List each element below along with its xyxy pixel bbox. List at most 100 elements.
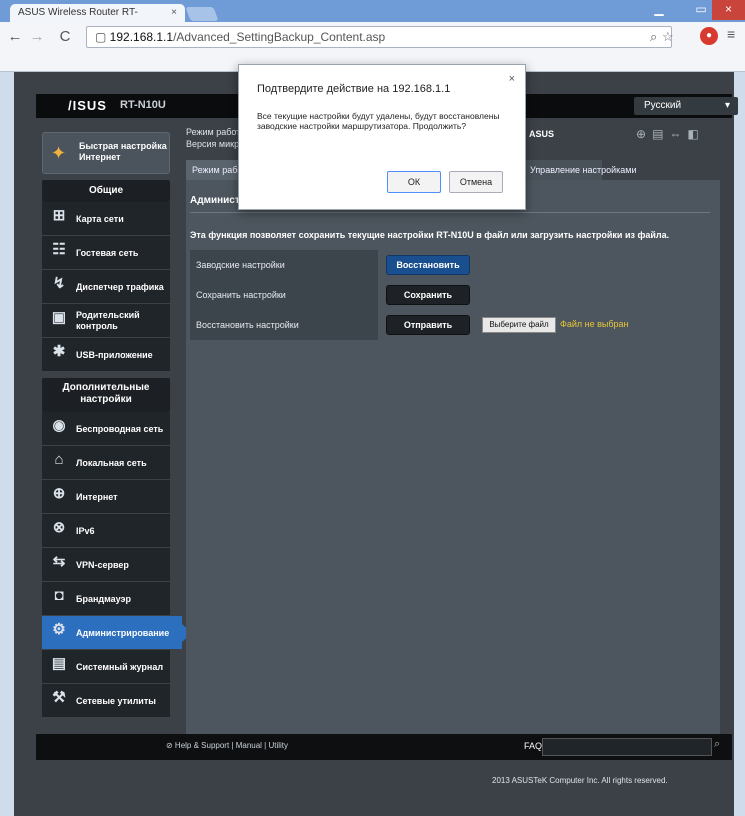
minimize-button[interactable]: ▁ [644, 0, 674, 20]
sidebar-item[interactable]: ⚙ Администрирование [42, 616, 192, 650]
new-tab-button[interactable] [185, 7, 219, 21]
asus-logo: /ISUS [68, 98, 107, 113]
chevron-down-icon: ▾ [724, 100, 730, 111]
reload-icon[interactable]: C [56, 28, 74, 46]
sidebar-item-label: USB-приложение [76, 349, 153, 360]
sidebar-item[interactable]: ◉ Беспроводная сеть [42, 412, 170, 446]
parental-control-icon: ▣ [51, 309, 67, 326]
globe-icon[interactable]: ⊕ [636, 127, 652, 141]
sidebar-item[interactable]: ◘ Брандмауэр [42, 582, 170, 616]
sidebar-item-label: Брандмауэр [76, 593, 132, 604]
upload-button[interactable]: Отправить [386, 315, 470, 335]
sidebar-item[interactable]: ↯ Диспетчер трафика [42, 270, 170, 304]
zoom-icon[interactable]: ⌕ [650, 29, 657, 45]
network-tools-icon: ⚒ [52, 689, 66, 706]
firewall-icon: ◘ [54, 587, 64, 604]
tab-close-icon[interactable]: × [171, 4, 177, 22]
wireless-icon: ◉ [52, 417, 66, 434]
language-select[interactable]: Русский ▾ [634, 97, 738, 115]
section-general: Общие [42, 180, 170, 202]
model-name: RT-N10U [120, 99, 166, 111]
guest-network-icon: ☷ [52, 241, 66, 258]
traffic-manager-icon: ↯ [52, 275, 66, 292]
ssid-text: ASUS [529, 129, 555, 139]
browser-titlebar: ASUS Wireless Router RT- × ▁ ▭ × [0, 0, 745, 22]
sidebar-item[interactable]: ⌂ Локальная сеть [42, 446, 170, 480]
url-path: /Advanced_SettingBackup_Content.asp [173, 30, 386, 44]
dialog-title: Подтвердите действие на 192.168.1.1 [257, 83, 451, 95]
sidebar-item-label: Локальная сеть [76, 457, 147, 468]
faq-label: FAQ [524, 741, 543, 751]
sidebar-item-label: Интернет [76, 491, 118, 502]
sidebar-item[interactable]: ⊞ Карта сети [42, 202, 170, 236]
tab-settings-management[interactable]: Управление настройками [524, 160, 637, 180]
router-footer: ⊘ Help & Support | Manual | Utility FAQ … [36, 734, 732, 760]
browser-menu-icon[interactable]: ≡ [727, 26, 735, 42]
administration-icon: ⚙ [52, 621, 66, 638]
dialog-close-icon[interactable]: × [509, 73, 515, 85]
sidebar-item-label: Администрирование [76, 627, 170, 638]
bookmark-star-icon[interactable]: ☆ [662, 29, 674, 45]
footer-links[interactable]: ⊘ Help & Support | Manual | Utility [166, 741, 288, 750]
sidebar-item[interactable]: ⚒ Сетевые утилиты [42, 684, 170, 718]
sidebar-item[interactable]: ▣ Родительский контроль [42, 304, 170, 338]
sidebar-item[interactable]: ⊗ IPv6 [42, 514, 170, 548]
status-icons: ⊕▤⇔◧ [636, 127, 705, 141]
ipv6-icon: ⊗ [52, 519, 66, 536]
wand-icon: ✦ [51, 143, 67, 163]
sidebar-item[interactable]: ⊕ Интернет [42, 480, 170, 514]
address-bar[interactable]: ▢ 192.168.1.1/Advanced_SettingBackup_Con… [86, 26, 672, 48]
title-divider [190, 212, 710, 213]
quick-setup-button[interactable]: ✦ Быстрая настройка Интернет [42, 132, 170, 174]
confirm-dialog: Подтвердите действие на 192.168.1.1 × Вс… [238, 64, 526, 210]
quick-setup-label: Быстрая настройка Интернет [79, 141, 167, 162]
usb-app-icon: ✱ [52, 343, 66, 360]
search-icon[interactable]: ⌕ [714, 738, 730, 756]
faq-search-input[interactable] [542, 738, 712, 756]
sidebar-item[interactable]: ☷ Гостевая сеть [42, 236, 170, 270]
language-value: Русский [644, 100, 682, 111]
sidebar-item-label: Сетевые утилиты [76, 695, 156, 706]
tab-operation-mode[interactable]: Режим работы [186, 160, 240, 180]
restore-defaults-button[interactable]: Восстановить [386, 255, 470, 275]
section-advanced: Дополнительные настройки [42, 378, 170, 412]
sidebar-item-label: Родительский контроль [76, 310, 140, 331]
sidebar-item-label: Гостевая сеть [76, 247, 139, 258]
sidebar-item-label: VPN-сервер [76, 559, 129, 570]
dialog-message: Все текущие настройки будут удалены, буд… [257, 111, 500, 131]
dialog-ok-button[interactable]: ОК [387, 171, 441, 193]
sidebar: Общие ⊞ Карта сети ☷ Гостевая сеть ↯ Диспетче… [42, 174, 192, 754]
sidebar-item[interactable]: ✱ USB-приложение [42, 338, 170, 372]
sidebar-item-label: IPv6 [76, 525, 95, 536]
back-arrow-icon[interactable]: ← [6, 28, 24, 46]
browser-tab[interactable]: ASUS Wireless Router RT- × [10, 4, 185, 22]
usb-icon[interactable]: ⇔ [669, 127, 687, 141]
connection-icon[interactable]: ◧ [687, 127, 704, 141]
page-icon: ▢ [95, 30, 110, 44]
printer-icon[interactable]: ▤ [652, 127, 669, 141]
factory-default-label: Заводские настройки [190, 250, 378, 280]
sidebar-item[interactable]: ▤ Системный журнал [42, 650, 170, 684]
copyright-text: 2013 ASUSTeK Computer Inc. All rights re… [492, 776, 668, 785]
sidebar-item[interactable]: ⇆ VPN-сервер [42, 548, 170, 582]
sidebar-item-label: Системный журнал [76, 661, 164, 672]
window-close-button[interactable]: × [712, 0, 745, 20]
sidebar-item-label: Беспроводная сеть [76, 423, 164, 434]
url-host: 192.168.1.1 [109, 30, 174, 44]
factory-default-row: Заводские настройки Восстановить [190, 250, 706, 280]
lan-icon: ⌂ [54, 451, 64, 468]
choose-file-button[interactable]: Выберите файл [482, 317, 556, 333]
general-menu: ⊞ Карта сети ☷ Гостевая сеть ↯ Диспетчер траф… [42, 202, 186, 372]
restore-settings-row: Восстановить настройки Отправить Выберит… [190, 310, 706, 340]
wan-icon: ⊕ [52, 485, 66, 502]
network-map-icon: ⊞ [52, 207, 66, 224]
save-settings-row: Сохранить настройки Сохранить [190, 280, 706, 310]
page-description: Эта функция позволяет сохранить текущие … [190, 230, 670, 240]
forward-arrow-icon[interactable]: → [28, 28, 46, 46]
save-settings-button[interactable]: Сохранить [386, 285, 470, 305]
maximize-button[interactable]: ▭ [690, 0, 712, 20]
extension-icon[interactable]: ● [700, 27, 718, 45]
file-status-text: Файл не выбран [560, 319, 629, 329]
dialog-cancel-button[interactable]: Отмена [449, 171, 503, 193]
restore-settings-label: Восстановить настройки [190, 310, 378, 340]
